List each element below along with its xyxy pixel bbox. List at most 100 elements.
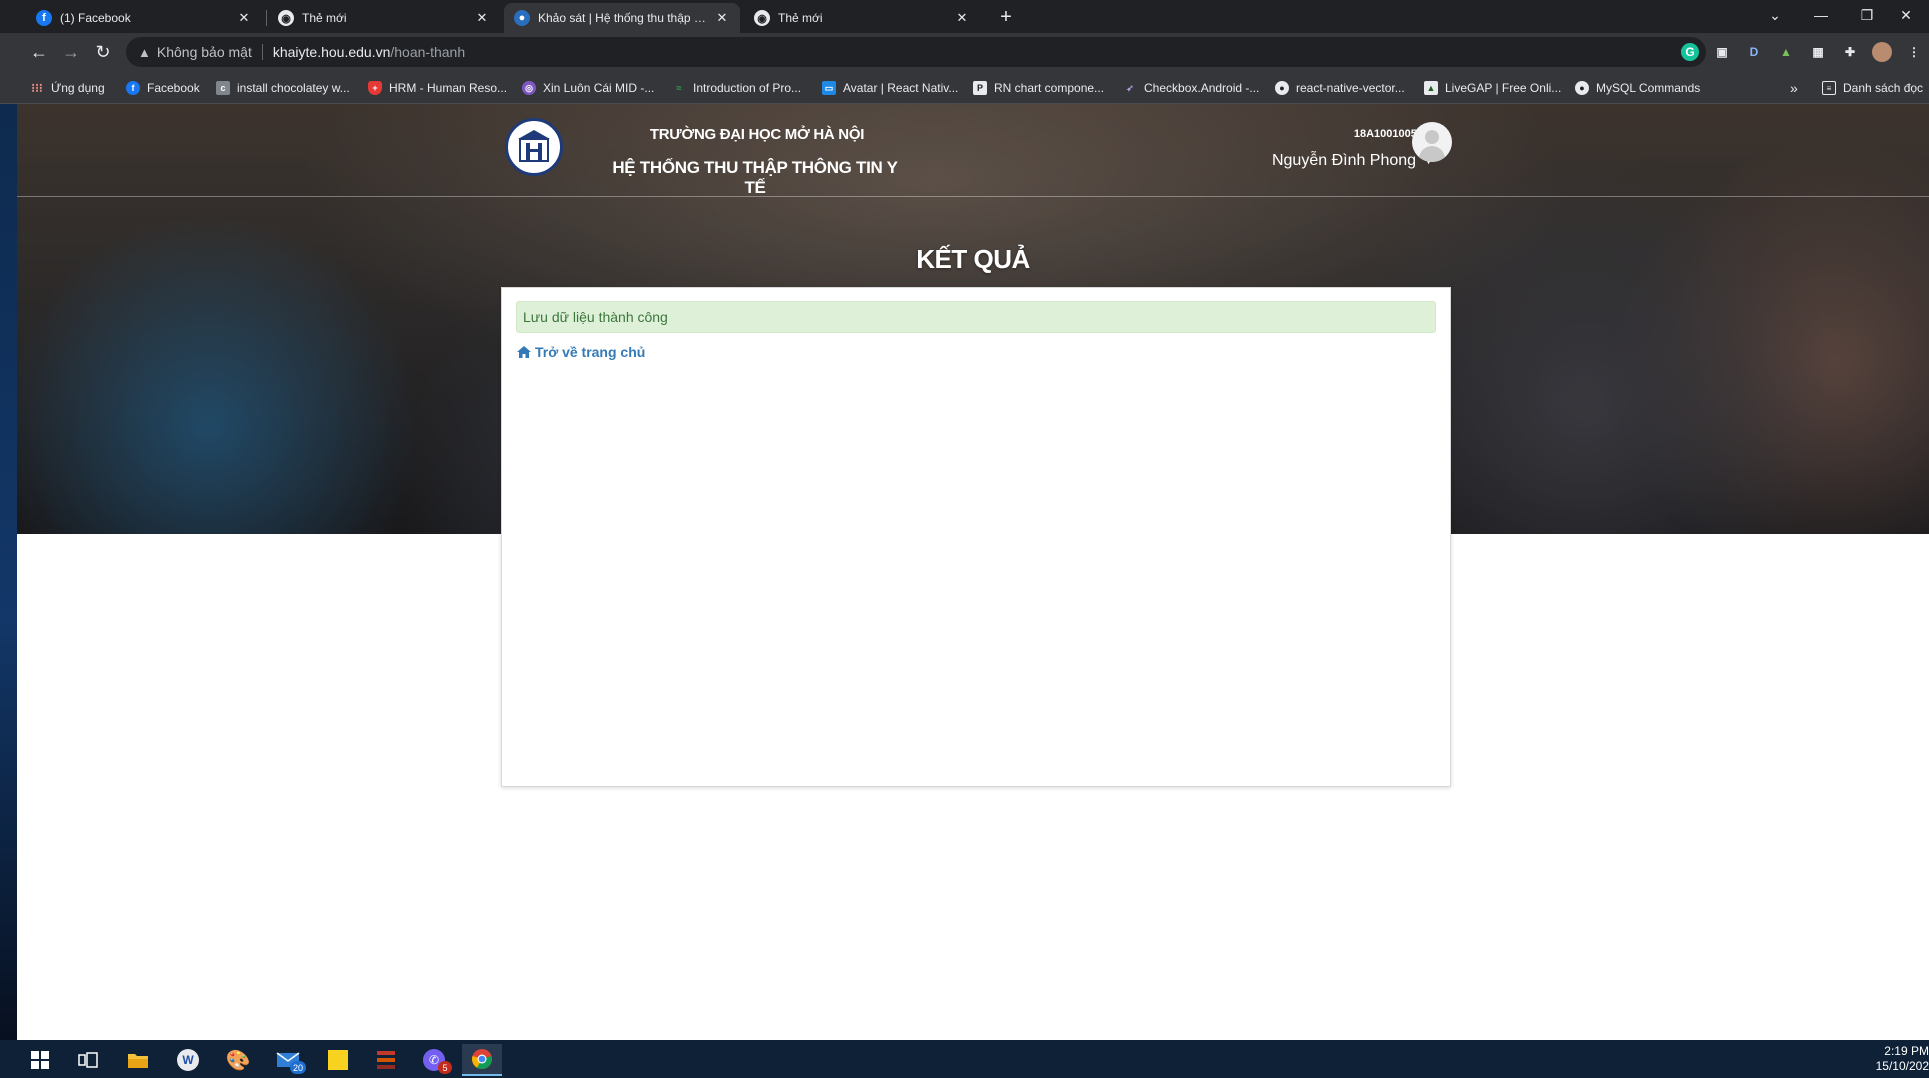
github-icon: ●	[1275, 81, 1289, 95]
header-divider	[17, 196, 1929, 197]
apps-grid-icon: ⁝⁝⁝	[31, 81, 43, 95]
chrome-icon: ◉	[278, 10, 294, 26]
react-native-icon: ▭	[822, 81, 836, 95]
bookmark-introduction[interactable]: ≈ Introduction of Pro...	[672, 79, 802, 97]
tab-new-2[interactable]: ◉ Thẻ mới ✕	[744, 3, 980, 33]
bookmarks-bar: ⁝⁝⁝ Ứng dụng f Facebook c install chocol…	[0, 71, 1929, 104]
sticky-notes-button[interactable]	[318, 1044, 358, 1076]
system-name: HỆ THỐNG THU THẬP THÔNG TIN Y TẾ	[612, 158, 898, 197]
back-arrow-icon[interactable]: ←	[26, 39, 52, 65]
university-logo[interactable]	[505, 118, 563, 176]
minimize-button[interactable]: —	[1798, 0, 1844, 30]
forward-arrow-icon[interactable]: →	[58, 39, 84, 65]
tab-facebook[interactable]: f (1) Facebook ✕	[26, 3, 262, 33]
success-alert: Lưu dữ liệu thành công	[516, 301, 1436, 333]
reading-list-label: Danh sách đọc	[1843, 81, 1924, 95]
puzzle-extensions-icon[interactable]: ✚	[1840, 42, 1860, 62]
bookmark-apps[interactable]: ⁝⁝⁝ Ứng dụng	[30, 79, 104, 97]
bookmark-avatar-react[interactable]: ▭ Avatar | React Nativ...	[822, 79, 958, 97]
green-dash-icon: ≈	[676, 83, 682, 93]
bookmark-rn-chart[interactable]: P RN chart compone...	[973, 79, 1104, 97]
bookmark-label: Facebook	[147, 81, 200, 95]
sticky-note-icon	[328, 1050, 348, 1070]
task-view-button[interactable]	[68, 1044, 108, 1076]
new-tab-button[interactable]: +	[994, 5, 1018, 29]
tab-search-icon[interactable]: ⌄	[1752, 0, 1798, 30]
bookmark-chocolatey[interactable]: c install chocolatey w...	[216, 79, 350, 97]
d-extension-icon[interactable]: D	[1744, 42, 1764, 62]
bookmark-mysql[interactable]: ● MySQL Commands	[1575, 79, 1700, 97]
bookmark-label: RN chart compone...	[994, 81, 1105, 95]
bookmark-label: HRM - Human Reso...	[389, 81, 508, 95]
chrome-app-button[interactable]	[462, 1044, 502, 1076]
reload-icon[interactable]: ↻	[90, 39, 116, 65]
bookmark-checkbox[interactable]: ➶ Checkbox.Android -...	[1123, 79, 1259, 97]
shield-icon: +	[368, 81, 382, 95]
terminal-app-button[interactable]	[366, 1044, 406, 1076]
close-icon[interactable]: ✕	[714, 10, 730, 26]
security-status[interactable]: Không bảo mật	[157, 44, 252, 60]
profile-avatar-icon[interactable]	[1872, 42, 1892, 62]
desktop-background	[0, 104, 17, 1040]
bookmark-livegap[interactable]: ▲ LiveGAP | Free Onli...	[1424, 79, 1561, 97]
bookmark-vector-icons[interactable]: ● react-native-vector...	[1275, 79, 1405, 97]
url-path[interactable]: /hoan-thanh	[390, 44, 465, 60]
task-view-icon	[78, 1052, 98, 1068]
warning-triangle-icon[interactable]: ▲	[138, 45, 151, 60]
close-window-button[interactable]: ✕	[1883, 0, 1929, 30]
bookmark-xin-luon[interactable]: ◎ Xin Luôn Cái MID -...	[522, 79, 654, 97]
p-square-icon: P	[973, 81, 987, 95]
avatar[interactable]	[1412, 122, 1452, 162]
close-icon[interactable]: ✕	[954, 10, 970, 26]
page-viewport: TRƯỜNG ĐẠI HỌC MỞ HÀ NỘI HỆ THỐNG THU TH…	[17, 104, 1929, 1040]
tab-strip: f (1) Facebook ✕ ◉ Thẻ mới ✕ ● Khảo sát …	[0, 0, 1929, 33]
file-explorer-button[interactable]	[118, 1044, 158, 1076]
tab-new-1[interactable]: ◉ Thẻ mới ✕	[268, 3, 500, 33]
user-menu[interactable]: Nguyễn Đình Phong ▼	[1237, 152, 1433, 170]
reading-list-button[interactable]: ≡ Danh sách đọc	[1822, 79, 1923, 97]
home-link[interactable]: Trở về trang chủ	[516, 344, 645, 360]
close-icon[interactable]: ✕	[236, 10, 252, 26]
bookmark-label: react-native-vector...	[1296, 81, 1405, 95]
user-name: Nguyễn Đình Phong	[1271, 152, 1417, 169]
university-name: TRƯỜNG ĐẠI HỌC MỞ HÀ NỘI	[649, 126, 865, 143]
menu-kebab-icon[interactable]: ⋮	[1904, 42, 1924, 62]
paint-app-button[interactable]: 🎨	[218, 1044, 258, 1076]
browser-toolbar: ← → ↻ ▲ Không bảo mật khaiyte.hou.edu.vn…	[0, 33, 1929, 71]
windows-logo-icon	[31, 1051, 49, 1069]
tab-title: Khảo sát | Hệ thống thu thập thô	[538, 11, 708, 25]
image-extension-icon[interactable]: ▣	[1712, 42, 1732, 62]
bookmark-label: Avatar | React Nativ...	[843, 81, 959, 95]
university-emblem-icon	[518, 130, 550, 162]
qr-code-icon[interactable]: ▦	[1808, 42, 1828, 62]
palette-icon: 🎨	[225, 1049, 251, 1072]
url-host[interactable]: khaiyte.hou.edu.vn	[273, 44, 391, 60]
viber-app-button[interactable]: ✆ 5	[414, 1044, 454, 1076]
avatar-body	[1419, 146, 1445, 162]
bookmark-label: MySQL Commands	[1596, 81, 1701, 95]
bookmark-label: LiveGAP | Free Onli...	[1445, 81, 1562, 95]
start-button[interactable]	[20, 1044, 60, 1076]
system-clock[interactable]: 2:19 PM 15/10/202	[1869, 1044, 1929, 1074]
bookmark-facebook[interactable]: f Facebook	[126, 79, 200, 97]
close-icon[interactable]: ✕	[474, 10, 490, 26]
page-title: KẾT QUẢ	[916, 244, 1030, 274]
app-w-button[interactable]: W	[168, 1044, 208, 1076]
tab-title: Thẻ mới	[778, 11, 823, 25]
mail-app-button[interactable]: 20	[268, 1044, 308, 1076]
home-icon	[517, 346, 531, 358]
clock-time: 2:19 PM	[1884, 1044, 1929, 1058]
github-icon: ●	[1575, 81, 1589, 95]
result-card: Lưu dữ liệu thành công Trở về trang chủ	[501, 287, 1451, 787]
address-bar[interactable]: ▲ Không bảo mật khaiyte.hou.edu.vn /hoan…	[126, 37, 1706, 67]
bookmark-label: install chocolatey w...	[237, 81, 350, 95]
tab-khao-sat[interactable]: ● Khảo sát | Hệ thống thu thập thô ✕	[504, 3, 740, 33]
bookmark-label: Xin Luôn Cái MID -...	[543, 81, 655, 95]
grammarly-icon[interactable]: G	[1680, 42, 1700, 62]
android-extension-icon[interactable]: ▲	[1776, 42, 1796, 62]
avatar-head	[1425, 130, 1439, 144]
bookmark-hrm[interactable]: + HRM - Human Reso...	[368, 79, 507, 97]
clock-date: 15/10/202	[1875, 1059, 1929, 1073]
facebook-icon: f	[126, 81, 140, 95]
bookmarks-overflow-button[interactable]: »	[1790, 79, 1798, 97]
